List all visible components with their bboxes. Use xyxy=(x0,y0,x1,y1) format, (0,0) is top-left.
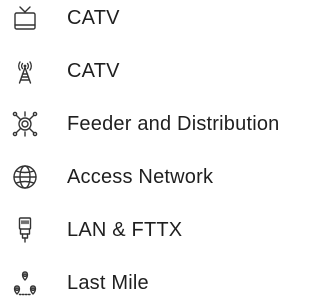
menu-item-access-network[interactable]: Access Network xyxy=(0,159,326,195)
menu-item-catv-tv[interactable]: CATV xyxy=(0,0,326,36)
menu-item-lan-fttx[interactable]: LAN & FTTX xyxy=(0,212,326,248)
menu-item-label: Last Mile xyxy=(67,271,149,294)
menu-item-catv-tower[interactable]: CATV xyxy=(0,53,326,89)
menu-item-label: Feeder and Distribution xyxy=(67,112,280,135)
network-hub-icon xyxy=(10,109,40,139)
globe-icon xyxy=(10,162,40,192)
location-pins-icon xyxy=(10,268,40,298)
menu-item-label: LAN & FTTX xyxy=(67,218,183,241)
antenna-tower-icon xyxy=(10,56,40,86)
ethernet-plug-icon xyxy=(10,215,40,245)
menu-item-feeder-distribution[interactable]: Feeder and Distribution xyxy=(0,106,326,142)
menu-item-label: CATV xyxy=(67,59,120,82)
menu-item-label: Access Network xyxy=(67,165,214,188)
tv-icon xyxy=(10,3,40,33)
category-menu: CATV CATV Feeder and Distribution Access… xyxy=(0,0,326,304)
menu-item-label: CATV xyxy=(67,6,120,29)
menu-item-last-mile[interactable]: Last Mile xyxy=(0,265,326,301)
